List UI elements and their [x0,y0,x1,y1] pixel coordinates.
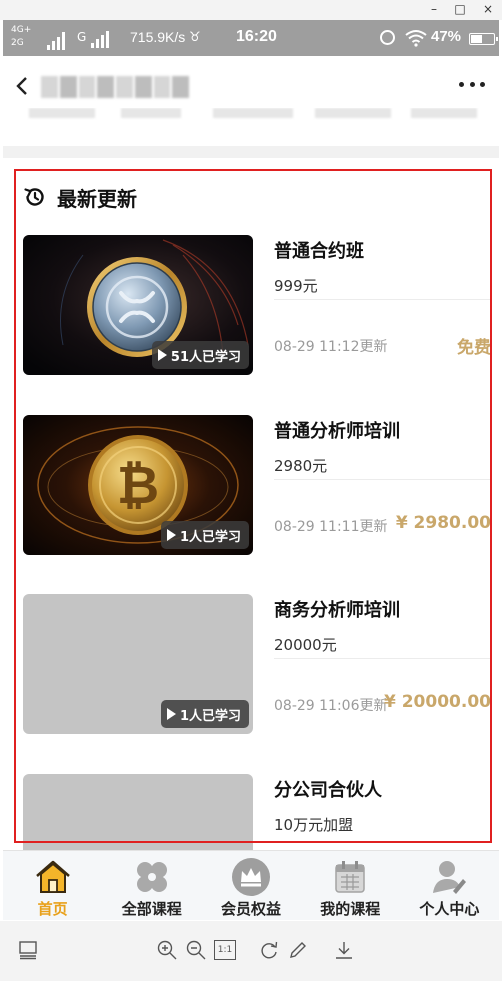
wifi-icon [405,29,427,51]
edit-pencil-icon[interactable] [287,939,309,961]
calendar-icon [335,861,365,893]
tab-home[interactable]: 首页 [3,851,102,920]
signal-icon-2 [91,28,115,48]
more-options-icon[interactable] [459,82,485,90]
battery-percent: 47% [431,28,462,45]
course-title[interactable]: 普通分析师培训 [274,417,400,443]
course-updated-time: 08-29 11:11更新 [274,519,388,535]
status-bar: 4G+ 2G G 715.9K/s ♉ 16:20 47% [3,20,499,56]
home-icon [35,860,70,893]
course-divider [274,658,492,659]
course-updated-time: 08-29 11:06更新 [274,698,388,714]
course-card[interactable]: ₿ 1人已学习 普通分析师培训 2980元 08-29 11:11更新 ¥ 29… [23,415,493,557]
course-price-tag: 免费 [457,338,491,358]
course-divider [274,479,492,480]
clock: 16:20 [236,28,277,45]
course-card[interactable]: 分公司合伙人 10万元加盟 [23,774,493,850]
network-speed: 715.9K/s [130,29,186,45]
network-type: 4G+ 2G [11,24,31,50]
course-thumbnail[interactable]: ₿ 1人已学习 [23,415,253,555]
network-bottom-label: 2G [11,38,24,48]
course-price-tag: ¥ 2980.00 [395,513,491,533]
course-thumbnail[interactable]: 1人已学习 [23,594,253,734]
course-title[interactable]: 普通合约班 [274,237,364,263]
battery-tip [496,37,498,41]
learners-count: 1人已学习 [179,529,241,545]
svg-text:₿: ₿ [117,456,159,516]
history-icon [24,188,44,206]
network-top-label: 4G+ [11,25,32,35]
course-price: 10万元加盟 [274,816,354,834]
zoom-in-icon[interactable] [156,939,178,961]
course-updated-time: 08-29 11:12更新 [274,339,388,355]
bull-icon: ♉ [189,30,201,45]
play-icon [157,349,167,361]
tab-profile[interactable]: 个人中心 [400,851,499,920]
learners-badge: 51人已学习 [151,341,249,369]
rotate-icon[interactable] [258,939,280,961]
course-price: 999元 [274,277,318,295]
play-icon [166,529,176,541]
clover-icon [136,862,167,892]
section-header: 最新更新 [23,182,137,212]
course-title[interactable]: 商务分析师培训 [274,596,400,622]
signal-icon [47,26,71,50]
bottom-tab-bar: 首页 全部课程 会员权益 我的课程 个人中心 [3,850,499,920]
app-window: – □ × 4G+ 2G G 715.9K/s ♉ 16:20 47% 最新更新… [0,0,502,981]
tab-label: 会员权益 [221,900,282,918]
g-label: G [77,30,87,44]
tab-label: 我的课程 [320,900,381,918]
battery-icon [469,33,498,45]
tab-my-courses[interactable]: 我的课程 [301,851,400,920]
course-thumbnail[interactable] [23,774,253,850]
page-title-blurred [41,76,189,98]
window-titlebar: – □ × [0,0,502,20]
maximize-button[interactable]: □ [446,0,474,20]
actual-size-button[interactable]: 1:1 [214,940,236,960]
course-price: 2980元 [274,457,328,475]
zoom-out-icon[interactable] [185,939,207,961]
download-icon[interactable] [333,939,355,961]
faded-nav-row [3,108,499,122]
learners-count: 1人已学习 [179,708,241,724]
latest-updates-section: 最新更新 51人已学习 普通合约班 999元 08-29 11:12更新 免费 … [3,158,499,850]
tab-member-benefits[interactable]: 会员权益 [201,851,300,920]
tab-label: 全部课程 [121,900,182,918]
section-title: 最新更新 [57,186,137,211]
tab-all-courses[interactable]: 全部课程 [102,851,201,920]
section-divider [3,146,499,158]
layout-icon[interactable] [17,939,39,961]
viewer-toolbar: 1:1 [0,921,502,981]
course-thumbnail[interactable]: 51人已学习 [23,235,253,375]
course-divider [274,299,492,300]
back-arrow-icon[interactable] [15,76,29,96]
alarm-icon [380,30,395,45]
close-button[interactable]: × [474,0,502,20]
learners-badge: 1人已学习 [160,700,249,728]
crown-icon [232,858,270,896]
learners-badge: 1人已学习 [160,521,249,549]
battery-fill [471,35,483,43]
play-icon [166,708,176,720]
tab-label: 首页 [37,900,68,918]
course-price: 20000元 [274,636,337,654]
minimize-button[interactable]: – [420,0,448,20]
user-icon [433,861,467,894]
course-title[interactable]: 分公司合伙人 [274,776,382,802]
learners-count: 51人已学习 [170,349,241,365]
tab-label: 个人中心 [419,900,480,918]
course-card[interactable]: 51人已学习 普通合约班 999元 08-29 11:12更新 免费 [23,235,493,377]
course-price-tag: ¥ 20000.00 [383,692,491,712]
course-card[interactable]: 1人已学习 商务分析师培训 20000元 08-29 11:06更新 ¥ 200… [23,594,493,736]
